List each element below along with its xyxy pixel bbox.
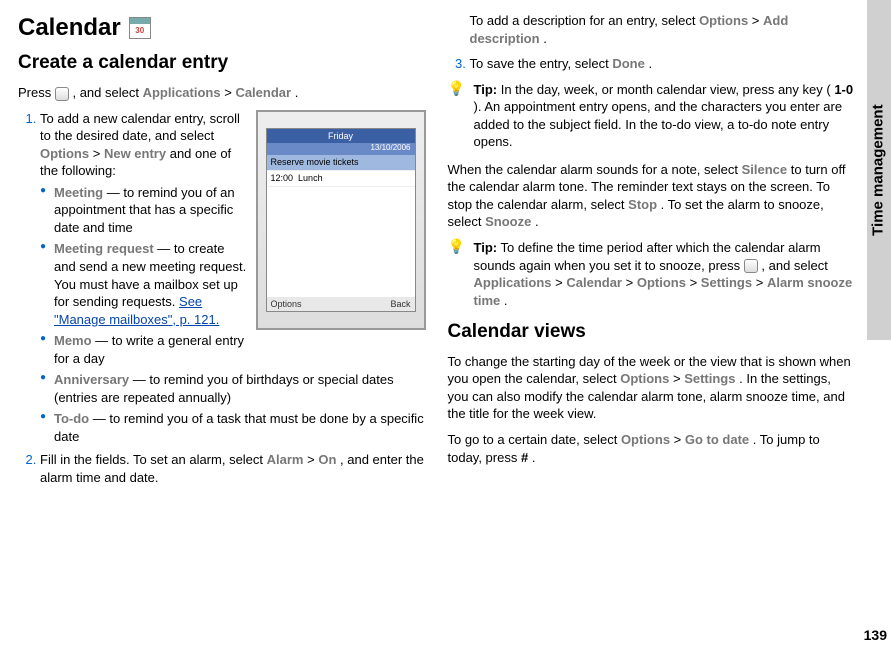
side-tab-label: Time management: [869, 104, 889, 235]
menu-key-icon: [744, 259, 758, 273]
side-tab: Time management: [867, 0, 891, 340]
goto-paragraph: To go to a certain date, select Options …: [448, 431, 856, 466]
step-3: To save the entry, select Done .: [470, 55, 856, 73]
column-right: To add a description for an entry, selec…: [448, 12, 874, 641]
phone-row-reserve: Reserve movie tickets: [267, 155, 415, 171]
bullet-todo: To-do — to remind you of a task that mus…: [40, 410, 426, 445]
steps-list-continued: To save the entry, select Done .: [448, 55, 856, 73]
heading-calendar: Calendar: [18, 12, 426, 44]
bullet-anniversary: Anniversary — to remind you of birthdays…: [40, 371, 426, 406]
add-description-line: To add a description for an entry, selec…: [448, 12, 856, 47]
step-2: Fill in the fields. To set an alarm, sel…: [40, 451, 426, 486]
entry-types-list: Meeting — to remind you of an appointmen…: [40, 184, 426, 446]
lightbulb-icon: 💡: [448, 239, 466, 309]
step1-block: Friday 13/10/2006 Reserve movie tickets …: [18, 110, 426, 487]
bullet-meeting-request: Meeting request — to create and send a n…: [40, 240, 426, 328]
bullet-memo: Memo — to write a general entry for a da…: [40, 332, 426, 367]
column-left: Calendar Create a calendar entry Press ,…: [18, 12, 426, 641]
heading-calendar-views: Calendar views: [448, 319, 856, 345]
heading-calendar-text: Calendar: [18, 12, 121, 44]
lightbulb-icon: 💡: [448, 81, 466, 151]
calendar-icon: [129, 17, 151, 39]
page-content: Calendar Create a calendar entry Press ,…: [0, 0, 891, 653]
heading-create-entry: Create a calendar entry: [18, 50, 426, 76]
tip-block-1: 💡 Tip: In the day, week, or month calend…: [448, 81, 856, 151]
views-paragraph: To change the starting day of the week o…: [448, 353, 856, 423]
menu-key-icon: [55, 87, 69, 101]
bullet-meeting: Meeting — to remind you of an appointmen…: [40, 184, 426, 237]
alarm-paragraph: When the calendar alarm sounds for a not…: [448, 161, 856, 231]
tip-block-2: 💡 Tip: To define the time period after w…: [448, 239, 856, 309]
page-number: 139: [864, 626, 887, 645]
intro-line: Press , and select Applications > Calend…: [18, 84, 426, 102]
phone-day-header: Friday: [267, 129, 415, 143]
